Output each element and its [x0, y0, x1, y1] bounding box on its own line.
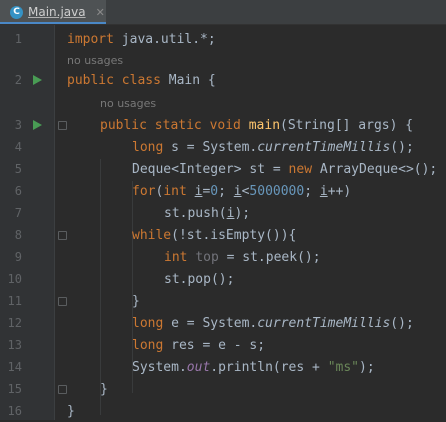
- code-text: long res = e - s;: [132, 338, 266, 353]
- code-text: for(int i=0; i<5000000; i++): [132, 184, 352, 199]
- line-number: 16: [7, 404, 22, 418]
- editor-tab-bar: C Main.java ✕: [0, 0, 446, 25]
- code-text: }: [67, 404, 75, 419]
- line-number: 6: [14, 184, 22, 198]
- line-number: 1: [14, 32, 22, 46]
- fold-marker-icon[interactable]: [58, 297, 67, 306]
- code-text: long e = System.currentTimeMillis();: [132, 316, 414, 331]
- line-number: 4: [14, 140, 22, 154]
- line-number: 12: [7, 316, 22, 330]
- code-line-2: 2 public class Main {: [0, 70, 446, 91]
- code-line-6: 6 for(int i=0; i<5000000; i++): [0, 181, 446, 202]
- code-text: int top = st.peek();: [164, 250, 321, 265]
- code-text: while(!st.isEmpty()){: [132, 228, 297, 243]
- code-line-10: 10 st.pop();: [0, 269, 446, 290]
- code-line-14: 14 System.out.println(res + "ms");: [0, 357, 446, 378]
- code-text: import java.util.*;: [67, 32, 216, 47]
- line-number: 5: [14, 162, 22, 176]
- code-text: public class Main {: [67, 73, 216, 88]
- code-text: st.push(i);: [164, 206, 251, 221]
- usage-hint-row: no usages: [0, 50, 446, 71]
- code-line-12: 12 long e = System.currentTimeMillis();: [0, 313, 446, 334]
- usage-hint-row: no usages: [0, 93, 446, 114]
- line-number: 14: [7, 360, 22, 374]
- line-number: 8: [14, 228, 22, 242]
- java-class-icon: C: [10, 5, 23, 19]
- code-text: }: [100, 382, 108, 397]
- code-line-8: 8 while(!st.isEmpty()){: [0, 225, 446, 246]
- tab-title: Main.java: [28, 5, 86, 19]
- code-line-5: 5 Deque<Integer> st = new ArrayDeque<>()…: [0, 159, 446, 180]
- fold-marker-icon[interactable]: [58, 121, 67, 130]
- code-line-9: 9 int top = st.peek();: [0, 247, 446, 268]
- line-number: 11: [7, 294, 22, 308]
- code-text: st.pop();: [164, 272, 235, 287]
- no-usages-hint[interactable]: no usages: [100, 93, 156, 114]
- code-editor[interactable]: 1 import java.util.*; no usages 2 public…: [0, 25, 446, 420]
- line-number: 9: [14, 250, 22, 264]
- code-line-16: 16 }: [0, 401, 446, 422]
- code-text: Deque<Integer> st = new ArrayDeque<>();: [132, 162, 438, 177]
- code-text: }: [132, 294, 140, 309]
- tab-main-java[interactable]: C Main.java ✕: [0, 0, 106, 24]
- line-number: 2: [14, 73, 22, 87]
- code-line-1: 1 import java.util.*;: [0, 29, 446, 50]
- code-text: System.out.println(res + "ms");: [132, 360, 375, 375]
- close-icon[interactable]: ✕: [96, 6, 105, 19]
- code-line-13: 13 long res = e - s;: [0, 335, 446, 356]
- run-class-icon[interactable]: [33, 75, 42, 85]
- run-main-icon[interactable]: [33, 120, 42, 130]
- no-usages-hint[interactable]: no usages: [67, 50, 123, 71]
- line-number: 3: [14, 118, 22, 132]
- line-number: 13: [7, 338, 22, 352]
- code-line-3: 3 public static void main(String[] args)…: [0, 115, 446, 136]
- line-number: 7: [14, 206, 22, 220]
- code-text: long s = System.currentTimeMillis();: [132, 140, 414, 155]
- line-number: 15: [7, 382, 22, 396]
- line-number: 10: [7, 272, 22, 286]
- code-line-15: 15 }: [0, 379, 446, 400]
- code-line-11: 11 }: [0, 291, 446, 312]
- active-tab-indicator: [0, 22, 106, 24]
- fold-marker-icon[interactable]: [58, 385, 67, 394]
- code-text: public static void main(String[] args) {: [100, 118, 414, 133]
- fold-marker-icon[interactable]: [58, 231, 67, 240]
- code-line-4: 4 long s = System.currentTimeMillis();: [0, 137, 446, 158]
- code-line-7: 7 st.push(i);: [0, 203, 446, 224]
